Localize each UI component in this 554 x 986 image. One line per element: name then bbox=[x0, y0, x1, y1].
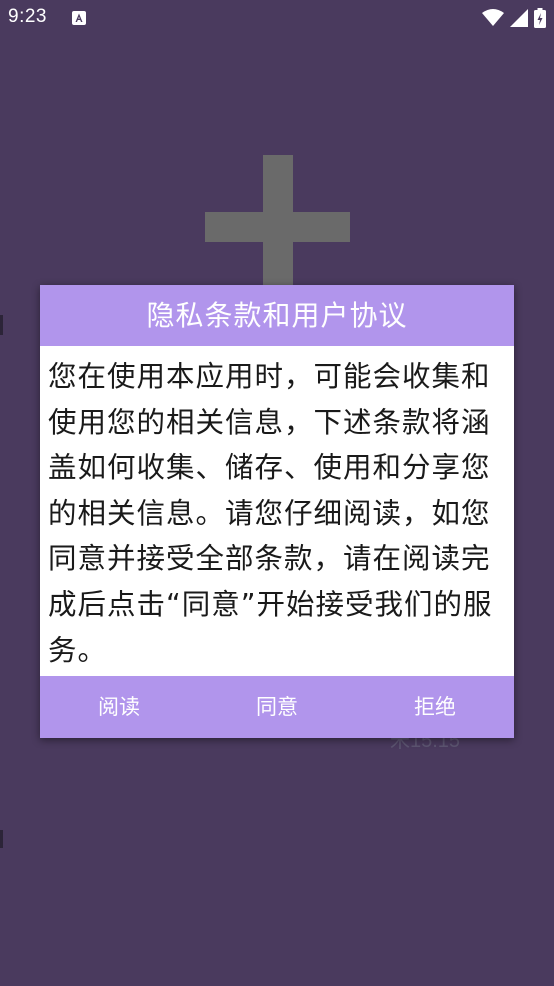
read-button[interactable]: 阅读 bbox=[40, 676, 198, 738]
status-icons bbox=[482, 8, 546, 28]
dialog-body-text: 您在使用本应用时，可能会收集和使用您的相关信息，下述条款将涵盖如何收集、储存、使… bbox=[48, 360, 493, 667]
status-bar: 9:23 bbox=[0, 0, 554, 36]
dialog-button-bar: 阅读 同意 拒绝 bbox=[40, 676, 514, 738]
battery-icon bbox=[534, 8, 546, 28]
status-time: 9:23 bbox=[8, 6, 47, 27]
edge-mark bbox=[0, 315, 3, 335]
plus-icon bbox=[205, 155, 350, 295]
reject-button[interactable]: 拒绝 bbox=[356, 676, 514, 738]
font-download-icon bbox=[72, 11, 86, 25]
signal-icon bbox=[510, 9, 528, 27]
edge-mark bbox=[0, 830, 3, 848]
wifi-icon bbox=[482, 9, 504, 26]
privacy-dialog: 隐私条款和用户协议 您在使用本应用时，可能会收集和使用您的相关信息，下述条款将涵… bbox=[40, 285, 514, 738]
dialog-title: 隐私条款和用户协议 bbox=[40, 285, 514, 346]
agree-button[interactable]: 同意 bbox=[198, 676, 356, 738]
